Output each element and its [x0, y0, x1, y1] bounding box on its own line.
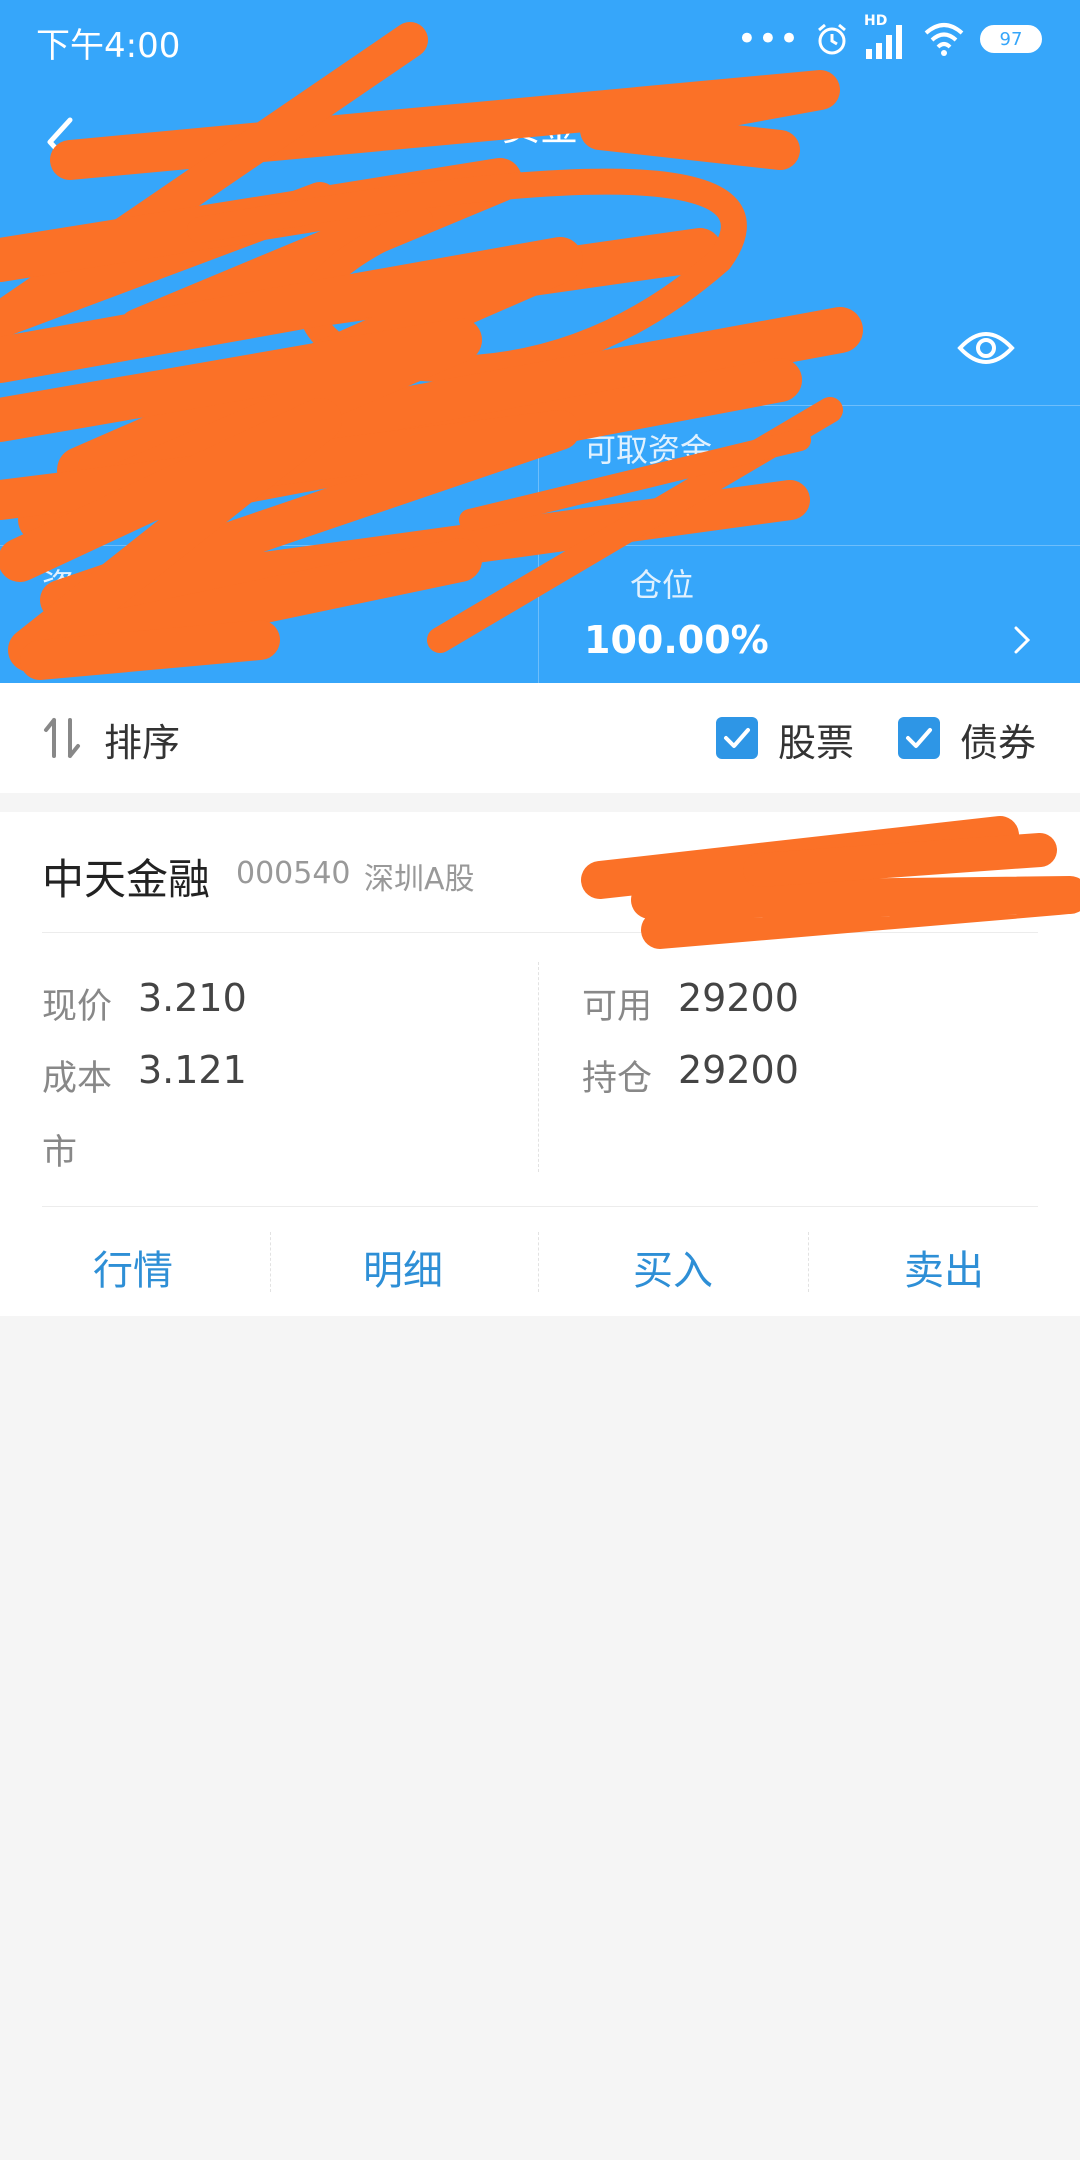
- stock-code: 000540: [236, 856, 351, 891]
- header-divider: [0, 405, 1080, 406]
- position-ratio-label: 仓位: [630, 566, 695, 604]
- available-label: 可用: [582, 987, 653, 1027]
- battery-level: 97: [999, 28, 1023, 50]
- page-title: 资金: [501, 105, 578, 149]
- header-divider: [0, 545, 1080, 546]
- card-divider: [42, 932, 1038, 933]
- position-value: 29200: [678, 1048, 799, 1092]
- wifi-icon: [924, 23, 964, 56]
- price-label: 现价: [42, 987, 113, 1027]
- eye-icon[interactable]: [956, 324, 1016, 372]
- available-funds-label: 可取资金: [584, 431, 713, 469]
- card-divider: [42, 1206, 1038, 1207]
- price-value: 3.210: [138, 976, 247, 1020]
- market-value-label: 市: [42, 1133, 78, 1173]
- signal-icon: HD: [864, 13, 908, 61]
- available-value: 29200: [678, 976, 799, 1020]
- battery-icon: 97: [980, 25, 1042, 53]
- cost-value: 3.121: [138, 1048, 247, 1092]
- sort-icon[interactable]: [42, 716, 82, 760]
- action-divider: [808, 1232, 809, 1292]
- stock-name: 中天金融: [42, 855, 211, 904]
- alarm-icon: [818, 23, 846, 55]
- action-divider: [270, 1232, 271, 1292]
- sort-label[interactable]: 排序: [104, 712, 180, 767]
- stock-checkbox-label[interactable]: 股票: [778, 712, 854, 767]
- action-detail-button[interactable]: 明细: [363, 1238, 443, 1296]
- status-icons: ••• HD 97: [736, 13, 1042, 64]
- cost-label: 成本: [42, 1059, 113, 1099]
- status-bar: 下午4:00 ••• HD 97: [0, 0, 1080, 80]
- action-quote-button[interactable]: 行情: [93, 1238, 173, 1296]
- stock-market: 深圳A股: [364, 862, 475, 897]
- action-buy-button[interactable]: 买入: [633, 1238, 713, 1296]
- floating-pnl-label: 浮动盈亏: [42, 250, 155, 283]
- more-dots-icon: •••: [736, 19, 800, 59]
- bond-checkbox-label[interactable]: 债券: [960, 712, 1036, 767]
- total-assets-label: 资产: [42, 566, 107, 604]
- position-ratio-value: 100.00%: [584, 618, 769, 662]
- header: 下午4:00 ••• HD 97 资金 浮动盈亏 可取资金 资产 仓位 100.…: [0, 0, 1080, 683]
- status-time: 下午4:00: [36, 26, 181, 66]
- stock-checkbox[interactable]: [716, 717, 758, 759]
- bond-checkbox[interactable]: [898, 717, 940, 759]
- header-divider-vertical: [538, 405, 539, 683]
- action-sell-button[interactable]: 卖出: [904, 1238, 984, 1296]
- action-divider: [538, 1232, 539, 1292]
- chevron-right-icon[interactable]: [1012, 624, 1032, 656]
- card-column-divider: [538, 962, 539, 1172]
- position-label: 持仓: [582, 1059, 653, 1099]
